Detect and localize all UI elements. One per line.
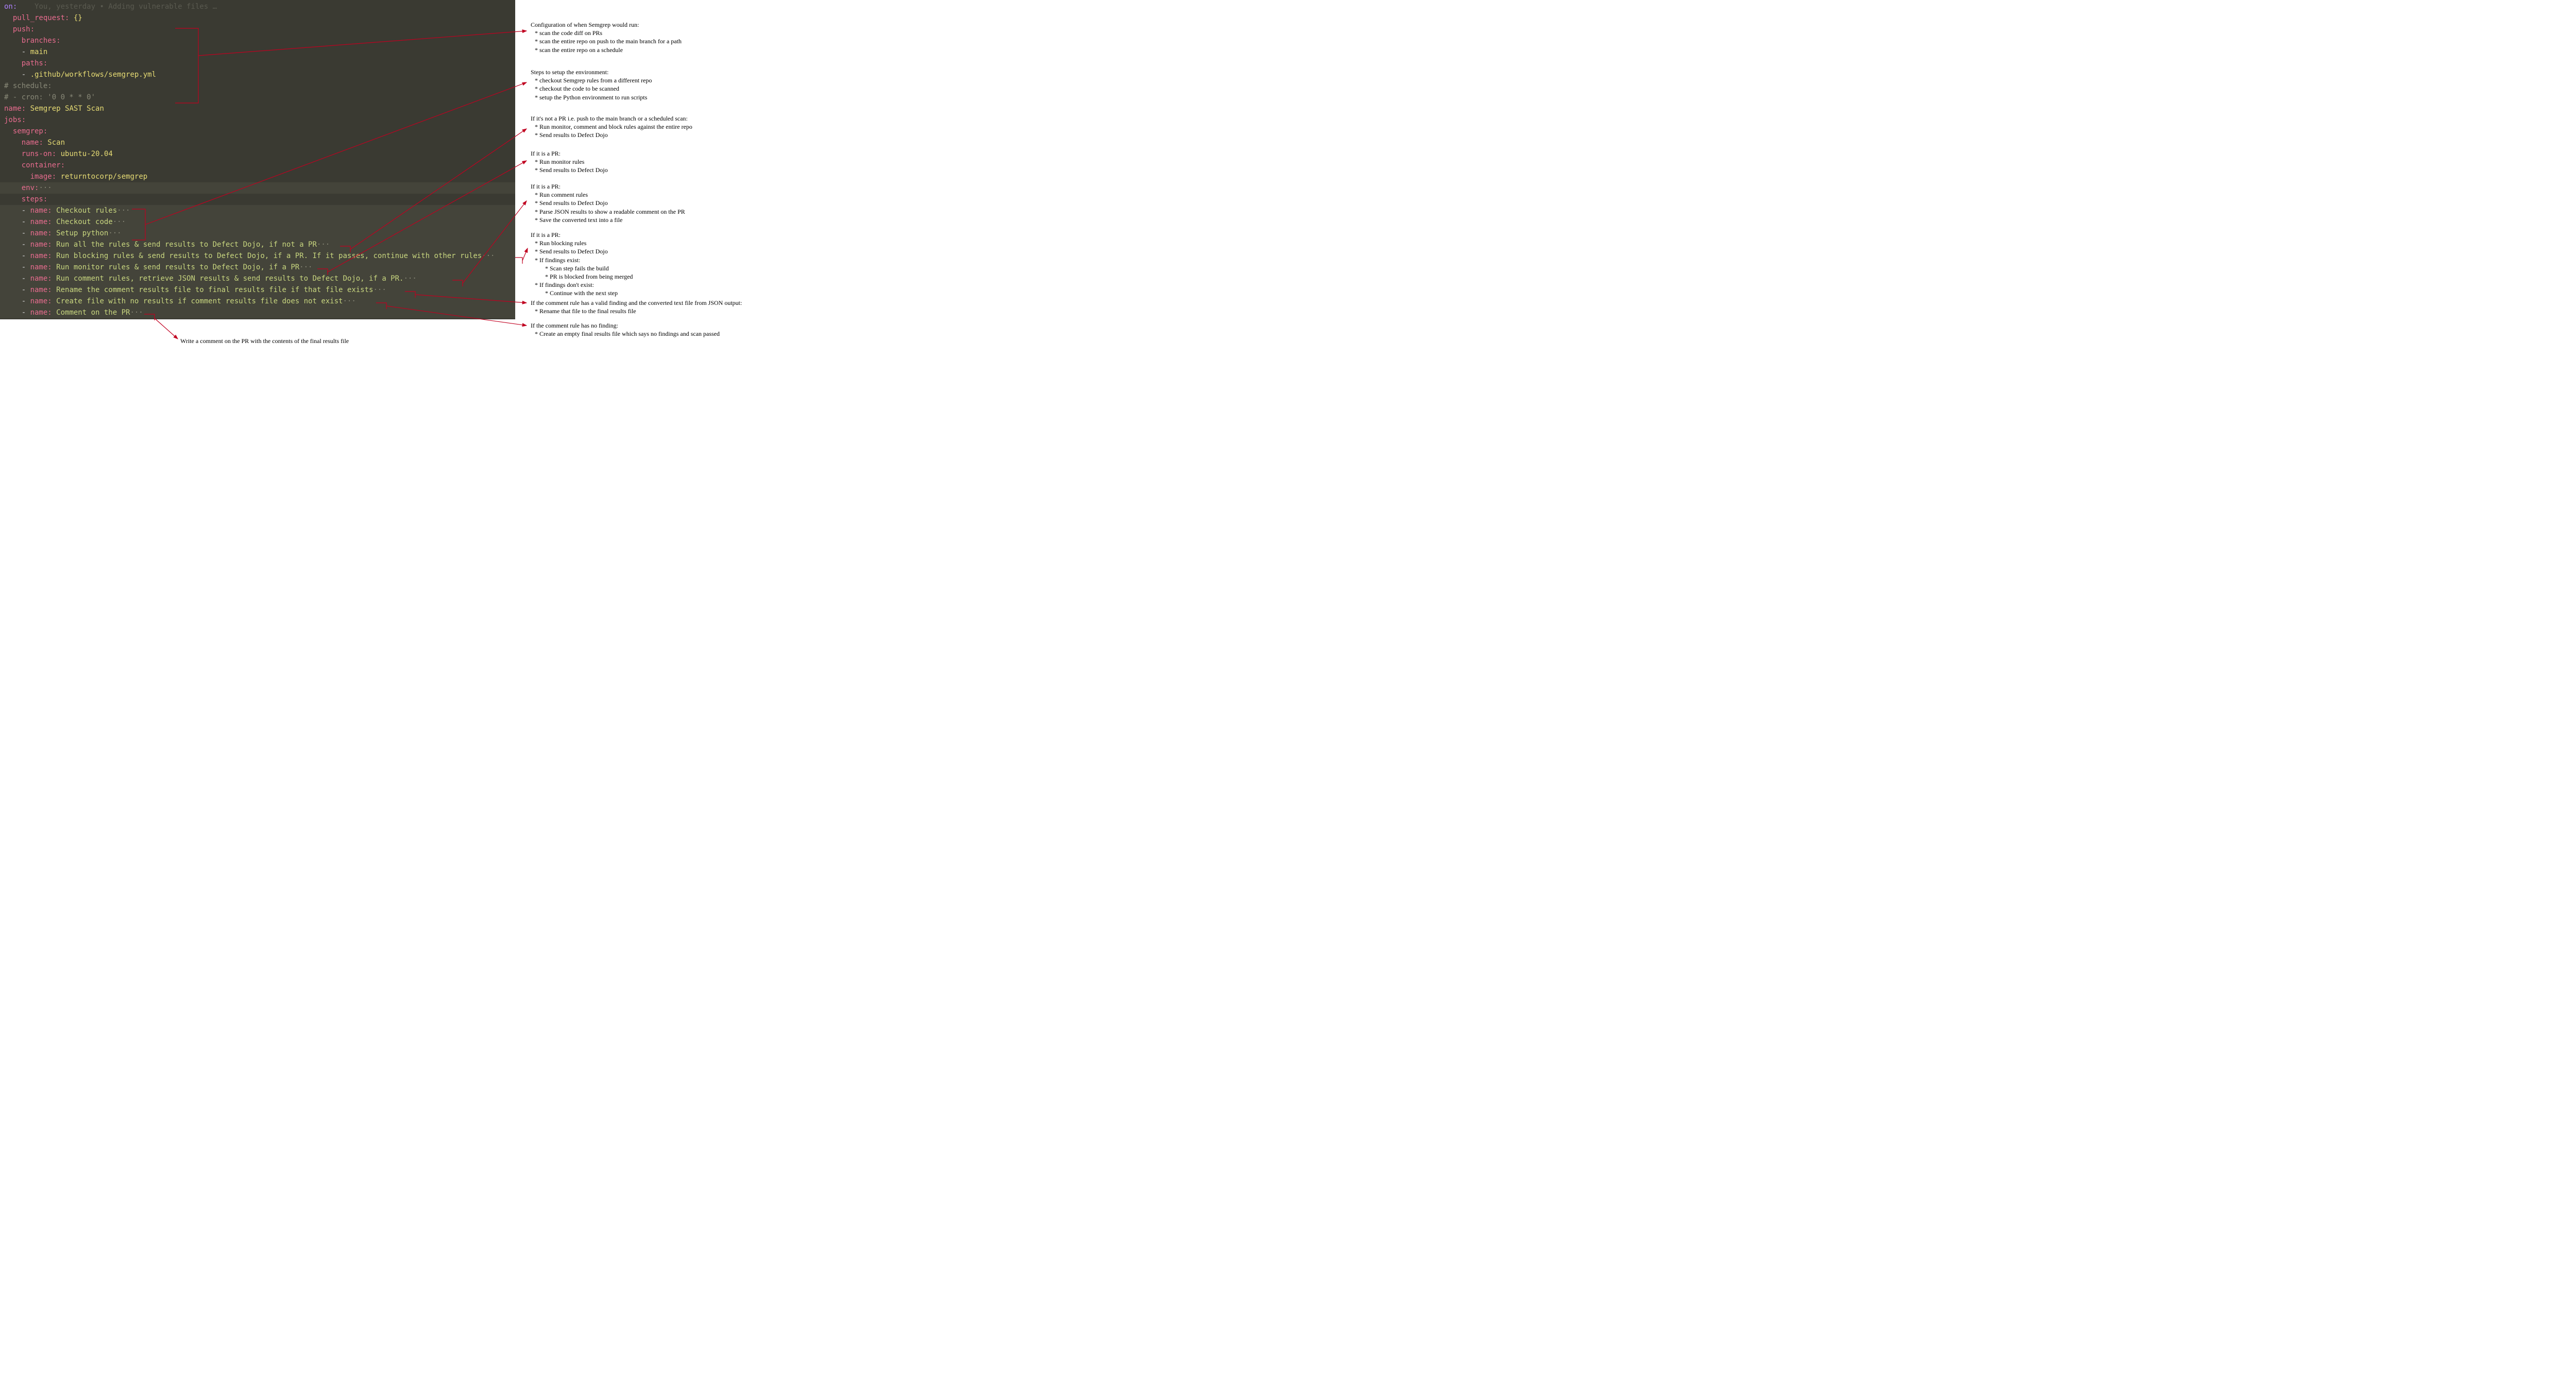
fold-indicator[interactable]: ··· (403, 275, 416, 283)
code-line: - name: Setup python··· (0, 228, 515, 239)
annotation-comment-pr: Write a comment on the PR with the conte… (180, 337, 349, 345)
code-line: - name: Rename the comment results file … (0, 284, 515, 296)
annotation-pr-blocking: If it is a PR: * Run blocking rules * Se… (531, 231, 633, 298)
fold-indicator[interactable]: ··· (108, 229, 121, 237)
code-line: name: Scan (0, 137, 515, 148)
fold-indicator[interactable]: ··· (373, 286, 386, 294)
code-line: - name: Run blocking rules & send result… (0, 250, 515, 262)
code-line: # schedule: (0, 80, 515, 92)
code-line: on: You, yesterday • Adding vulnerable f… (0, 1, 515, 12)
git-blame-annotation: You, yesterday • Adding vulnerable files… (35, 3, 217, 11)
annotation-config: Configuration of when Semgrep would run:… (531, 21, 682, 54)
annotation-setup: Steps to setup the environment: * checko… (531, 68, 652, 101)
code-line: - .github/workflows/semgrep.yml (0, 69, 515, 80)
annotation-not-pr: If it's not a PR i.e. push to the main b… (531, 114, 692, 140)
code-line: steps: (0, 194, 515, 205)
code-line: - name: Checkout rules··· (0, 205, 515, 216)
code-line: - name: Comment on the PR··· (0, 307, 515, 318)
fold-indicator[interactable]: ··· (130, 309, 143, 317)
fold-indicator[interactable]: ··· (343, 297, 355, 305)
fold-indicator[interactable]: ··· (113, 218, 126, 226)
code-line: pull_request: {} (0, 12, 515, 24)
annotation-no-finding: If the comment rule has no finding: * Cr… (531, 321, 720, 338)
fold-indicator[interactable]: ··· (39, 184, 52, 192)
code-line: image: returntocorp/semgrep (0, 171, 515, 182)
code-line: env:··· (0, 182, 515, 194)
annotation-pr-comment: If it is a PR: * Run comment rules * Sen… (531, 182, 685, 224)
code-line: runs-on: ubuntu-20.04 (0, 148, 515, 160)
code-line: - name: Run all the rules & send results… (0, 239, 515, 250)
fold-indicator[interactable]: ··· (299, 263, 312, 271)
annotation-pr-monitor: If it is a PR: * Run monitor rules * Sen… (531, 149, 608, 175)
code-line: branches: (0, 35, 515, 46)
code-line: jobs: (0, 114, 515, 126)
fold-indicator[interactable]: ··· (317, 241, 330, 249)
code-line: - name: Run monitor rules & send results… (0, 262, 515, 273)
code-line: - name: Checkout code··· (0, 216, 515, 228)
code-line: name: Semgrep SAST Scan (0, 103, 515, 114)
code-editor[interactable]: on: You, yesterday • Adding vulnerable f… (0, 0, 515, 319)
code-line: - main (0, 46, 515, 58)
code-line: - name: Run comment rules, retrieve JSON… (0, 273, 515, 284)
code-line: semgrep: (0, 126, 515, 137)
code-line: - name: Create file with no results if c… (0, 296, 515, 307)
fold-indicator[interactable]: ··· (482, 252, 495, 260)
fold-indicator[interactable]: ··· (117, 207, 130, 215)
code-line: paths: (0, 58, 515, 69)
code-line: # - cron: '0 0 * * 0' (0, 92, 515, 103)
code-line: push: (0, 24, 515, 35)
annotation-rename: If the comment rule has a valid finding … (531, 299, 742, 315)
code-line: container: (0, 160, 515, 171)
